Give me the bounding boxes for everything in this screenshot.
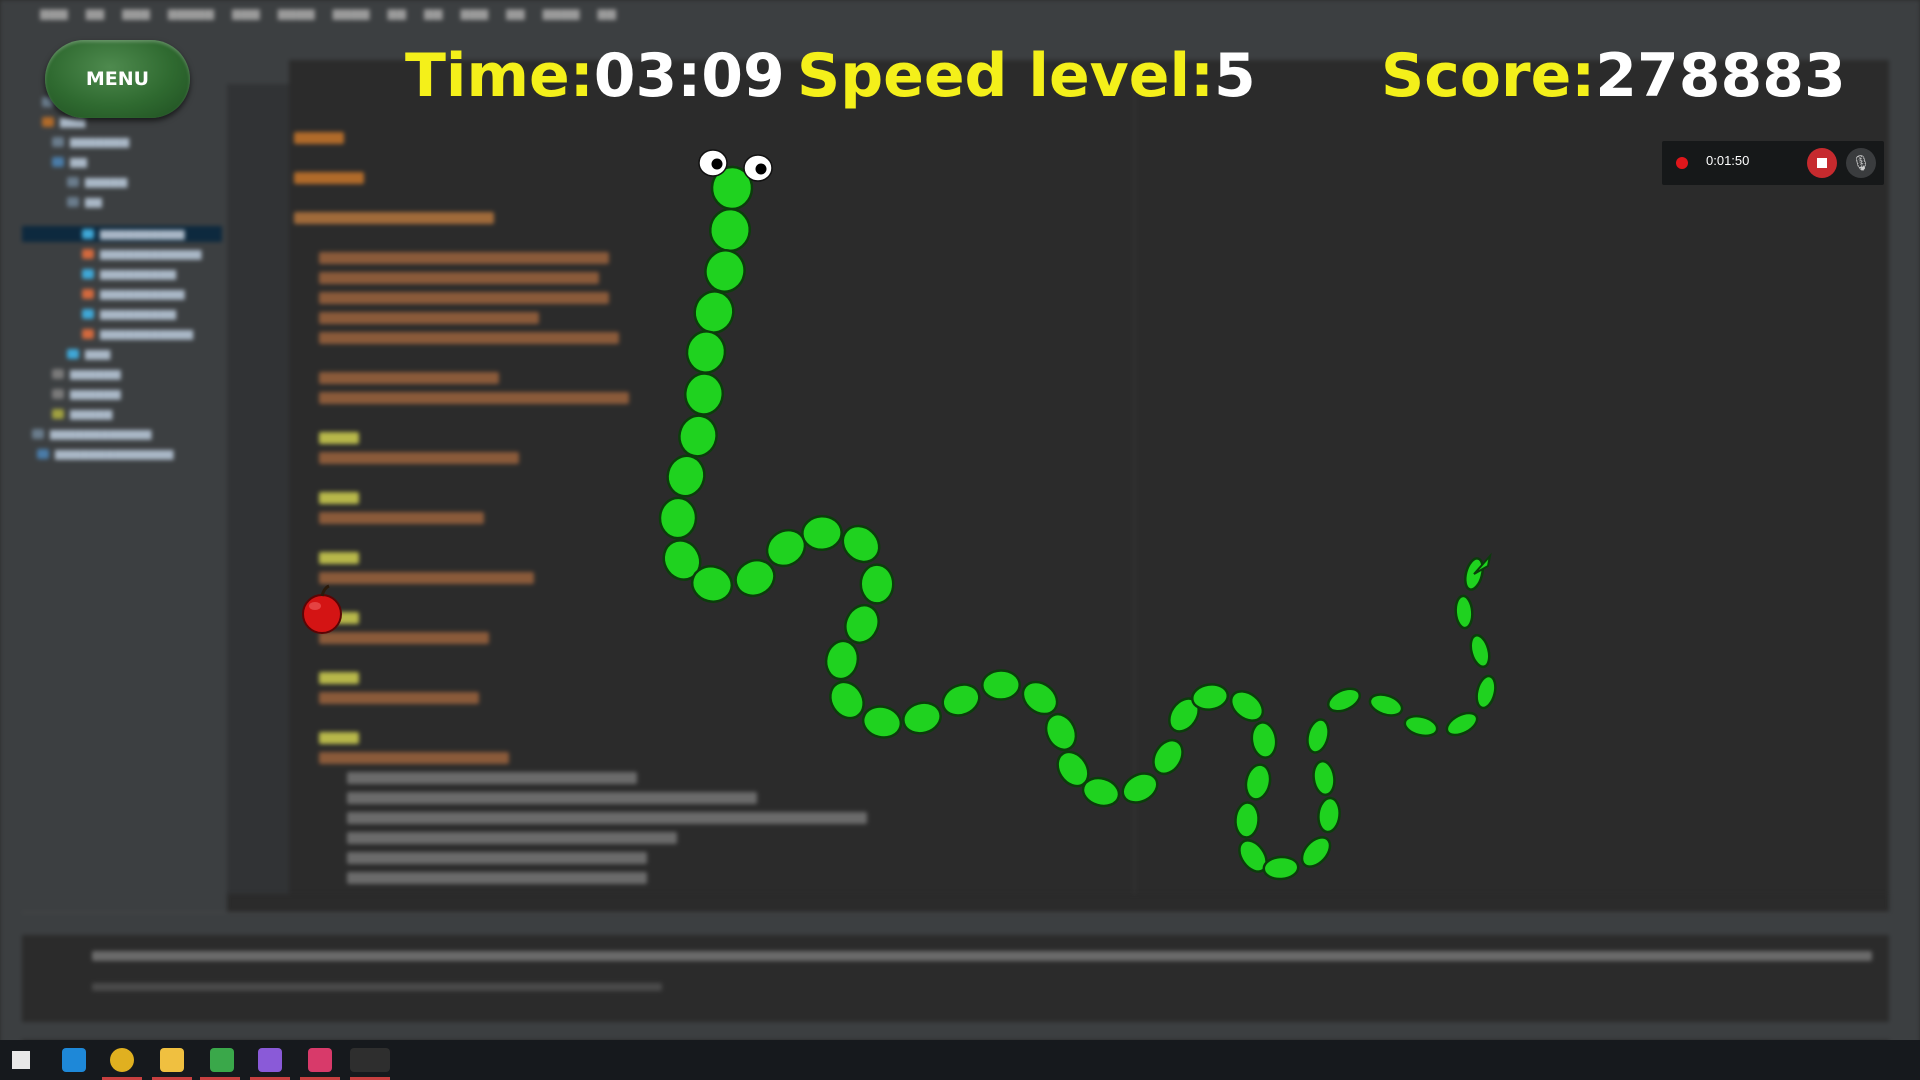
snake-segment: [1262, 855, 1300, 881]
stop-recording-button[interactable]: [1807, 148, 1837, 178]
time-value: 03:09: [593, 41, 785, 111]
snake-segment: [1234, 801, 1260, 839]
snake-segment: [704, 249, 746, 293]
snake-segment: [1368, 693, 1404, 717]
snake-segment: [824, 639, 860, 681]
score-label: Score:: [1381, 41, 1596, 111]
snake-segment: [1454, 594, 1474, 630]
snake-segment: [1475, 674, 1497, 710]
score-display: Score:278883: [1381, 36, 1846, 116]
snake-segment: [1250, 721, 1278, 759]
time-label: Time:: [405, 41, 594, 111]
snake-segment: [841, 524, 881, 564]
record-dot-icon: [1676, 157, 1688, 169]
snake-segment: [981, 669, 1021, 701]
snake-segment: [678, 414, 718, 458]
speed-display: Speed level:5: [797, 36, 1256, 116]
snake-segment: [1044, 712, 1078, 752]
snake-segment: [1469, 633, 1491, 669]
snake-segment: [1445, 711, 1479, 737]
snake-segment: [801, 514, 843, 552]
speed-label: Speed level:: [797, 41, 1215, 111]
snake-segment: [1244, 763, 1272, 801]
snake-segment: [1326, 687, 1362, 713]
snake-segment: [1300, 836, 1332, 868]
snake-segment: [941, 683, 981, 717]
snake-segment: [1152, 738, 1184, 776]
snake-segment: [1306, 718, 1330, 754]
snake-segment: [666, 454, 706, 498]
snake-segment: [1317, 796, 1341, 834]
snake-segment: [683, 372, 725, 416]
screen-recorder-widget: 0:01:50 🎙: [1662, 141, 1884, 185]
snake-segment: [902, 701, 942, 735]
mic-muted-icon[interactable]: 🎙: [1846, 148, 1876, 178]
snake-segment: [1190, 683, 1230, 711]
speed-value: 5: [1214, 41, 1256, 111]
score-value: 278883: [1595, 41, 1846, 111]
snake-segment: [1403, 714, 1439, 738]
apple-icon: [302, 584, 342, 634]
snake-eye-left-icon: [698, 149, 728, 177]
time-display: Time:03:09: [405, 36, 785, 116]
snake-segment: [859, 563, 895, 605]
snake-segment: [708, 207, 752, 253]
snake-segment: [861, 705, 903, 739]
snake-eye-right-icon: [743, 154, 773, 182]
recording-elapsed-time: 0:01:50: [1706, 153, 1750, 168]
game-canvas: [302, 149, 1497, 881]
snake: [658, 165, 1497, 881]
snake-segment: [693, 290, 735, 334]
snake-segment: [1229, 690, 1265, 722]
snake-segment: [685, 330, 727, 374]
snake-segment: [658, 496, 698, 540]
snake-segment: [1121, 772, 1159, 804]
snake-segment: [1312, 759, 1336, 797]
menu-button[interactable]: MENU: [45, 40, 190, 118]
